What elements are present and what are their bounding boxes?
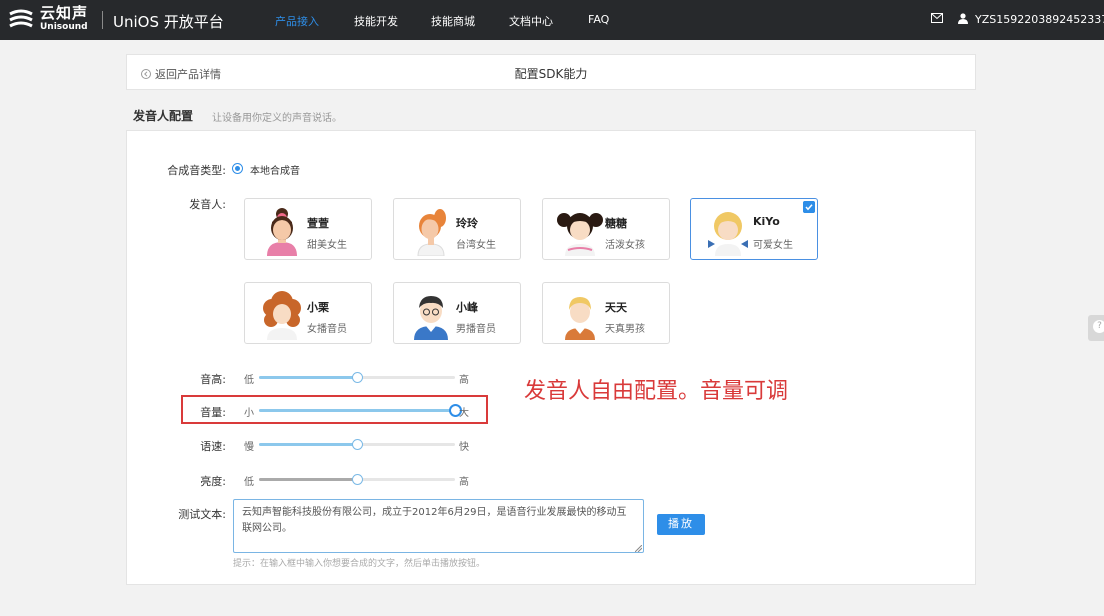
page-header-card: 返回产品详情 配置SDK能力 xyxy=(126,54,976,90)
section-description: 让设备用你定义的声音说话。 xyxy=(212,113,342,124)
brightness-high-label: 高 xyxy=(459,477,469,488)
speaker-name: 小栗 xyxy=(307,301,329,314)
speaker-card-tangtang[interactable]: 糖糖 活泼女孩 xyxy=(542,198,670,260)
logo-divider xyxy=(102,11,103,29)
speaker-name: 天天 xyxy=(605,301,627,314)
speaker-name: 玲玲 xyxy=(456,217,478,230)
nav-docs[interactable]: 文档中心 xyxy=(509,13,553,29)
speed-slider-fill xyxy=(259,443,357,446)
speaker-card-xiaofeng[interactable]: 小峰 男播音员 xyxy=(393,282,521,344)
brightness-slider-fill xyxy=(259,478,357,481)
synth-type-radio[interactable] xyxy=(232,163,243,174)
pitch-high-label: 高 xyxy=(459,375,469,386)
pitch-slider-handle[interactable] xyxy=(352,372,363,383)
test-text-input[interactable]: 云知声智能科技股份有限公司，成立于2012年6月29日，是语音行业发展最快的移动… xyxy=(233,499,644,553)
brightness-slider[interactable] xyxy=(259,474,455,485)
brightness-low-label: 低 xyxy=(244,477,254,488)
speaker-card-kiyo[interactable]: KiYo 可爱女生 xyxy=(690,198,818,260)
platform-title: UniOS 开放平台 xyxy=(113,13,224,31)
mail-icon[interactable] xyxy=(931,13,943,23)
speed-high-label: 快 xyxy=(459,442,469,453)
brightness-slider-handle[interactable] xyxy=(352,474,363,485)
speaker-name: 萱萱 xyxy=(307,217,329,230)
girl-blonde-avatar-icon xyxy=(708,212,748,256)
pitch-slider-fill xyxy=(259,376,357,379)
speed-slider-handle[interactable] xyxy=(352,439,363,450)
woman-curly-avatar-icon xyxy=(263,291,301,340)
speaker-desc: 男播音员 xyxy=(456,324,496,335)
girl-bun-avatar-icon xyxy=(267,208,297,256)
nav-skill-dev[interactable]: 技能开发 xyxy=(354,13,398,29)
unisound-logo[interactable]: 云知声 Unisound xyxy=(8,6,88,32)
resize-grip-icon[interactable] xyxy=(635,545,642,552)
speed-label: 语速: xyxy=(200,440,226,453)
selected-check-icon xyxy=(803,201,815,213)
pitch-slider[interactable] xyxy=(259,372,455,383)
help-icon: ? xyxy=(1093,320,1104,333)
nav-product-access[interactable]: 产品接入 xyxy=(275,13,319,29)
username[interactable]: YZS15922038924523372 xyxy=(975,13,1104,26)
speaker-name: 糖糖 xyxy=(605,217,627,230)
unisound-logo-icon xyxy=(9,9,33,28)
girl-pigtails-avatar-icon xyxy=(557,213,603,256)
nav-skill-store[interactable]: 技能商城 xyxy=(431,13,475,29)
speaker-card-lingling[interactable]: 玲玲 台湾女生 xyxy=(393,198,521,260)
logo-cn-text: 云知声 xyxy=(40,4,89,22)
synth-type-label: 合成音类型: xyxy=(167,164,226,177)
speaker-desc: 甜美女生 xyxy=(307,240,347,251)
annotation-text: 发音人自由配置。音量可调 xyxy=(524,379,789,404)
play-button[interactable]: 播放 xyxy=(657,514,705,535)
synth-type-option-label[interactable]: 本地合成音 xyxy=(250,162,300,177)
speed-slider[interactable] xyxy=(259,439,455,450)
test-text-label: 测试文本: xyxy=(178,508,226,521)
speakers-label: 发音人: xyxy=(189,198,226,211)
speed-low-label: 慢 xyxy=(244,442,254,453)
speaker-card-tiantian[interactable]: 天天 天真男孩 xyxy=(542,282,670,344)
section-title: 发音人配置 xyxy=(133,109,194,123)
speaker-desc: 台湾女生 xyxy=(456,240,496,251)
brightness-label: 亮度: xyxy=(200,475,226,488)
speaker-desc: 天真男孩 xyxy=(605,324,645,335)
speaker-desc: 女播音员 xyxy=(307,324,347,335)
help-tab[interactable]: ? xyxy=(1088,315,1104,341)
logo-en-text: Unisound xyxy=(40,22,88,32)
speaker-desc: 活泼女孩 xyxy=(605,240,645,251)
pitch-label: 音高: xyxy=(200,373,226,386)
nav-faq[interactable]: FAQ xyxy=(588,13,609,26)
girl-ponytail-avatar-icon xyxy=(417,209,446,256)
speaker-name: KiYo xyxy=(753,215,780,228)
speaker-name: 小峰 xyxy=(456,301,478,314)
pitch-low-label: 低 xyxy=(244,375,254,386)
speaker-card-xiaoli[interactable]: 小栗 女播音员 xyxy=(244,282,372,344)
user-icon xyxy=(958,13,968,24)
man-glasses-avatar-icon xyxy=(414,296,448,340)
top-nav-bar: 云知声 Unisound UniOS 开放平台 产品接入 技能开发 技能商城 文… xyxy=(0,0,1104,40)
test-text-hint: 提示：在输入框中输入你想要合成的文字，然后单击播放按钮。 xyxy=(233,559,486,569)
page-title: 配置SDK能力 xyxy=(514,67,588,81)
speaker-desc: 可爱女生 xyxy=(753,240,793,251)
speaker-card-xuanxuan[interactable]: 萱萱 甜美女生 xyxy=(244,198,372,260)
volume-highlight-box xyxy=(181,395,488,424)
boy-avatar-icon xyxy=(565,297,595,340)
